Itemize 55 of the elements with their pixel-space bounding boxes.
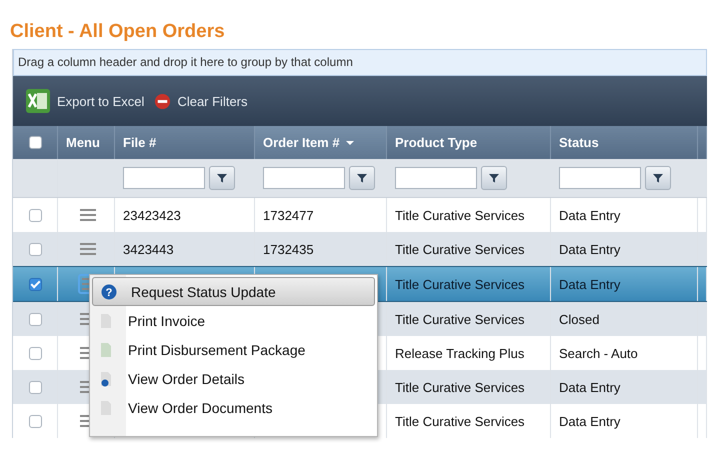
table-cell: Title Curative Services	[395, 276, 525, 292]
column-header[interactable]: Order Item #	[255, 126, 387, 159]
funnel-icon	[653, 173, 663, 183]
menu-item[interactable]: ? Request Status Update	[92, 277, 375, 306]
filter-field[interactable]	[263, 167, 345, 189]
filter-button[interactable]	[645, 166, 671, 190]
info-page-icon	[98, 370, 114, 386]
menu-item[interactable]: Print Disbursement Package	[90, 335, 377, 364]
filter-button[interactable]	[349, 166, 375, 190]
table-cell: Closed	[559, 312, 600, 326]
filter-button[interactable]	[481, 166, 507, 190]
menu-icon[interactable]	[78, 207, 98, 223]
table-cell: Title Curative Services	[395, 380, 525, 394]
menu-item[interactable]: View Order Documents	[90, 393, 377, 422]
row-checkbox[interactable]	[28, 346, 42, 360]
filter-field[interactable]	[395, 167, 477, 189]
table-cell: Data Entry	[559, 242, 620, 256]
page-title: Client - All Open Orders	[9, 20, 226, 44]
spreadsheet-icon	[25, 88, 51, 114]
table-cell: Data Entry	[559, 208, 620, 222]
row-checkbox[interactable]	[28, 312, 42, 326]
clear-filters-button[interactable]: Clear Filters	[154, 92, 248, 110]
table-cell: 3423443	[123, 242, 174, 256]
table-cell: Data Entry	[559, 276, 620, 292]
table-cell: Title Curative Services	[395, 208, 525, 222]
table-cell: 1732435	[263, 242, 314, 256]
select-all-checkbox[interactable]	[28, 136, 42, 149]
menu-icon[interactable]	[78, 241, 98, 257]
funnel-icon	[357, 173, 367, 183]
table-cell: 1732477	[263, 208, 314, 222]
row-checkbox[interactable]	[28, 380, 42, 394]
row-checkbox[interactable]	[28, 242, 42, 256]
filter-button[interactable]	[209, 166, 235, 190]
help-icon: ?	[101, 284, 117, 300]
table-cell: 23423423	[123, 208, 181, 222]
menu-item[interactable]: Print Invoice	[90, 306, 377, 335]
row-checkbox[interactable]	[28, 278, 42, 290]
page-icon	[98, 342, 114, 358]
row-checkbox[interactable]	[28, 414, 42, 428]
no-entry-icon	[154, 92, 172, 110]
group-drop-area[interactable]: Drag a column header and drop it here to group by that column	[13, 49, 707, 76]
export-button[interactable]: Export to Excel	[25, 88, 144, 114]
table-cell: Search - Auto	[559, 346, 638, 360]
filter-field[interactable]	[559, 167, 641, 189]
menu-item[interactable]: View Order Details	[90, 364, 377, 393]
table-cell: Title Curative Services	[395, 414, 525, 428]
table-cell: Title Curative Services	[395, 312, 525, 326]
table-cell: Data Entry	[559, 414, 620, 428]
funnel-icon	[489, 173, 499, 183]
funnel-icon	[217, 173, 227, 183]
filter-field[interactable]	[123, 167, 205, 189]
table-cell: Data Entry	[559, 380, 620, 394]
table-cell: Release Tracking Plus	[395, 346, 524, 360]
table-cell: Title Curative Services	[395, 242, 525, 256]
row-checkbox[interactable]	[28, 208, 42, 222]
